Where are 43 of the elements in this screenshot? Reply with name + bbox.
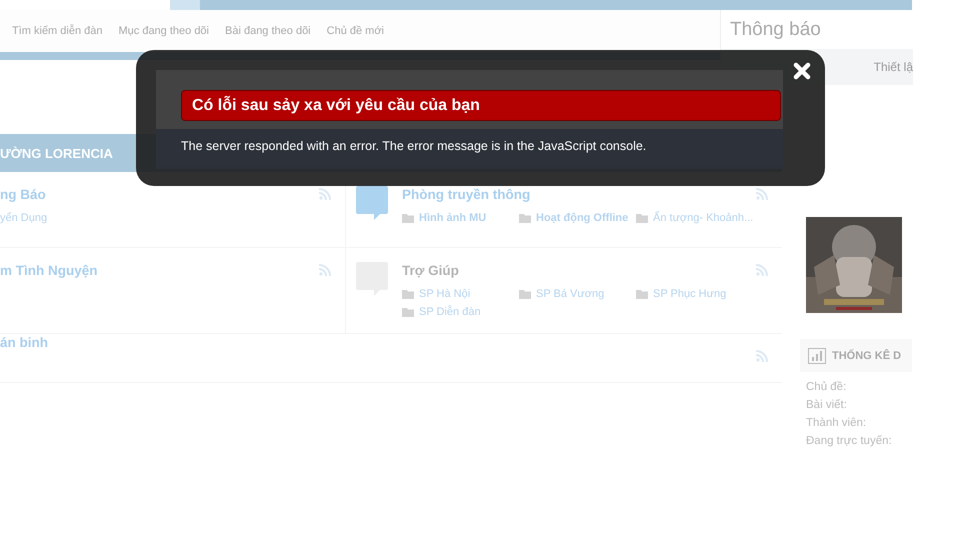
nav-link[interactable]: Chủ đề mới [326, 25, 384, 37]
folder-icon [636, 213, 648, 223]
folder-icon [519, 289, 531, 299]
nav-link[interactable]: Mục đang theo dõi [118, 25, 209, 37]
subforum-link[interactable]: yển Dụng [0, 212, 345, 224]
forum-title[interactable]: Trợ Giúp [402, 263, 459, 278]
stat-label: Chủ đề: [806, 380, 848, 395]
forum-title[interactable]: ng Báo [0, 187, 46, 202]
stat-label: Thành viên: [806, 416, 868, 431]
dropdown-title: Thông báo [729, 18, 822, 42]
search-button[interactable] [170, 0, 200, 10]
folder-icon [402, 289, 414, 299]
subforum-link[interactable]: SP Diễn đàn [419, 306, 481, 318]
bar-chart-icon [808, 348, 826, 364]
subforum-link[interactable]: Hình ảnh MU [419, 212, 486, 224]
folder-icon [402, 307, 414, 317]
forum-title[interactable]: án binh [0, 335, 48, 350]
error-title: Có lỗi sau sảy xa với yêu cầu của bạn [181, 90, 781, 121]
rss-icon[interactable] [756, 350, 768, 362]
nav-link[interactable]: Bài đang theo dõi [225, 25, 311, 37]
close-icon[interactable] [793, 62, 811, 80]
subforum-link[interactable]: SP Hà Nội [419, 288, 470, 300]
subforum-link[interactable]: Hoạt động Offline [536, 212, 628, 224]
stats-title: THỐNG KÊ D [832, 350, 902, 362]
folder-icon [636, 289, 648, 299]
rss-icon[interactable] [756, 188, 768, 200]
forum-title[interactable]: m Tình Nguyện [0, 263, 98, 278]
nav-link[interactable]: Tìm kiếm diễn đàn [12, 25, 102, 37]
stat-label: Đang trực tuyến: [806, 434, 893, 449]
rss-icon[interactable] [319, 264, 331, 276]
folder-icon [402, 213, 414, 223]
forum-title[interactable]: Phòng truyền thông [402, 187, 530, 202]
footer-link[interactable]: Thiết lậ [874, 60, 913, 74]
rss-icon[interactable] [756, 264, 768, 276]
folder-icon [519, 213, 531, 223]
category-title[interactable]: ƯỜNG LORENCIA [0, 146, 113, 160]
rss-icon[interactable] [319, 188, 331, 200]
error-message: The server responded with an error. The error message is in the JavaScript console. [156, 129, 783, 169]
subforum-link[interactable]: SP Bá Vương [536, 288, 604, 300]
subforum-link[interactable]: Ấn tượng- Khoảnh... [653, 212, 754, 224]
subforum-link[interactable]: SP Phục Hưng [653, 288, 726, 300]
search-field[interactable] [0, 0, 170, 10]
stat-label: Bài viết: [806, 398, 848, 413]
